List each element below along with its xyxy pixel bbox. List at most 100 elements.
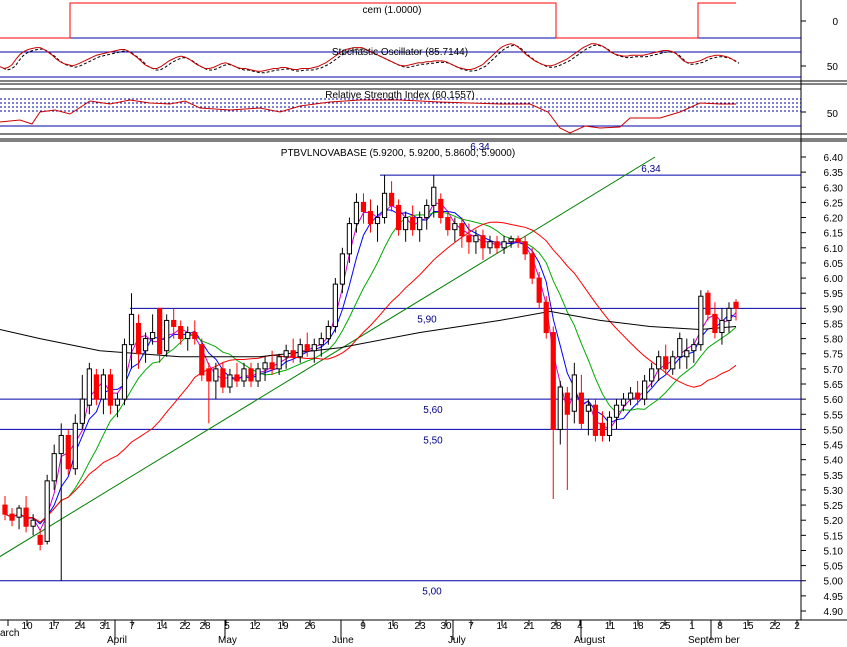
candle-body xyxy=(733,301,739,309)
candle-body xyxy=(346,223,353,255)
candle-body xyxy=(16,507,22,518)
price-tick-label: 5.20 xyxy=(824,516,844,527)
rsi-line xyxy=(0,99,736,134)
price-tick-label: 5.50 xyxy=(824,425,844,436)
price-tick-label: 4.95 xyxy=(824,592,844,603)
candle-body xyxy=(592,404,599,436)
candle-body xyxy=(318,338,324,346)
x-tick-label: 25 xyxy=(659,621,671,632)
candle-body xyxy=(501,241,507,249)
x-tick-label: 5 xyxy=(224,621,230,632)
x-tick-label: July xyxy=(448,635,466,646)
candle-body xyxy=(564,392,570,415)
price-tick-label: 5.65 xyxy=(824,380,844,391)
candle-body xyxy=(642,380,648,400)
price-title: PTBVLNOVABASE (5.9200, 5.9200, 5.8600, 5… xyxy=(281,148,515,159)
candle-body xyxy=(529,253,535,279)
x-tick-label: 22 xyxy=(179,621,191,632)
candle-body xyxy=(121,344,128,400)
price-tick-label: 5.05 xyxy=(824,562,844,573)
price-tick-label: 6.25 xyxy=(824,198,844,209)
price-tick-label: 5.80 xyxy=(824,335,844,346)
x-tick-label: 28 xyxy=(199,621,211,632)
candle-body xyxy=(311,344,317,352)
price-tick-label: 6.15 xyxy=(824,229,844,240)
candle-body xyxy=(220,368,226,388)
candle-body xyxy=(149,332,156,340)
candle-body xyxy=(290,350,296,358)
candle-body xyxy=(381,192,388,219)
x-tick-label: 26 xyxy=(304,621,316,632)
candle-body xyxy=(698,295,704,346)
x-tick-label: 22 xyxy=(769,621,781,632)
ma-5-line xyxy=(4,209,737,525)
x-tick-label: 17 xyxy=(48,621,60,632)
candle-body xyxy=(627,392,634,400)
chart-canvas[interactable]: cem (1.0000) 0 Stochastic Oscillator (85.7… xyxy=(0,0,847,647)
x-tick-label: 8 xyxy=(717,621,723,632)
candle-body xyxy=(613,404,620,418)
candle-body xyxy=(276,356,282,370)
x-tick-label: 12 xyxy=(249,621,261,632)
candle-body xyxy=(424,204,430,219)
candle-body xyxy=(178,325,184,340)
candle-body xyxy=(388,192,395,206)
candle-body xyxy=(487,241,493,249)
ma-long-line xyxy=(0,310,737,358)
x-tick-label: 19 xyxy=(277,621,289,632)
candle-body xyxy=(353,201,360,225)
candle-body xyxy=(72,422,78,470)
candle-body xyxy=(93,374,99,400)
price-tick-label: 5.10 xyxy=(824,546,844,557)
price-tick-label: 5.95 xyxy=(824,289,844,300)
price-tick-label: 6.30 xyxy=(824,183,844,194)
candle-body xyxy=(677,338,683,358)
level-label: 5,90 xyxy=(417,314,437,325)
level-label: 5,50 xyxy=(423,435,443,446)
candle-body xyxy=(37,534,43,545)
candle-body xyxy=(51,453,57,482)
candle-body xyxy=(100,374,107,400)
level-label: 6,34 xyxy=(641,164,661,175)
candle-body xyxy=(44,480,50,542)
x-tick-label: 24 xyxy=(74,621,86,632)
candle-body xyxy=(332,283,338,327)
candle-body xyxy=(234,374,240,382)
candle-body xyxy=(360,201,367,212)
cem-title: cem (1.0000) xyxy=(363,5,422,16)
candle-body xyxy=(269,362,275,370)
price-tick-label: 5.70 xyxy=(824,365,844,376)
candle-body xyxy=(58,434,64,455)
candle-body xyxy=(128,313,135,346)
candle-body xyxy=(241,368,247,382)
price-tick-label: 5.45 xyxy=(824,441,844,452)
candle-body xyxy=(142,338,149,352)
candle-body xyxy=(107,374,114,406)
candle-body xyxy=(452,223,458,231)
candle-body xyxy=(227,374,233,388)
candle-body xyxy=(649,368,655,382)
x-tick-label: 15 xyxy=(742,621,754,632)
candle-body xyxy=(114,398,121,406)
candle-body xyxy=(248,368,254,382)
candle-body xyxy=(206,368,212,382)
candle-body xyxy=(185,332,191,340)
candle-body xyxy=(304,344,310,352)
x-tick-label: 11 xyxy=(605,621,616,632)
x-tick-label: June xyxy=(332,635,354,646)
candle-body xyxy=(86,368,92,406)
candle-body xyxy=(135,322,142,355)
cem-tick-label: 0 xyxy=(832,17,838,28)
candle-body xyxy=(396,204,402,231)
candle-body xyxy=(23,507,29,527)
candle-body xyxy=(65,434,71,470)
candle-body xyxy=(480,235,486,249)
candle-body xyxy=(515,238,521,243)
x-tick-label: 14 xyxy=(156,621,168,632)
candle-body xyxy=(192,332,198,340)
candle-body xyxy=(9,513,15,521)
candle-body xyxy=(79,398,85,424)
price-tick-label: 5.85 xyxy=(824,319,844,330)
candle-body xyxy=(445,217,451,231)
candle-body xyxy=(339,253,345,285)
